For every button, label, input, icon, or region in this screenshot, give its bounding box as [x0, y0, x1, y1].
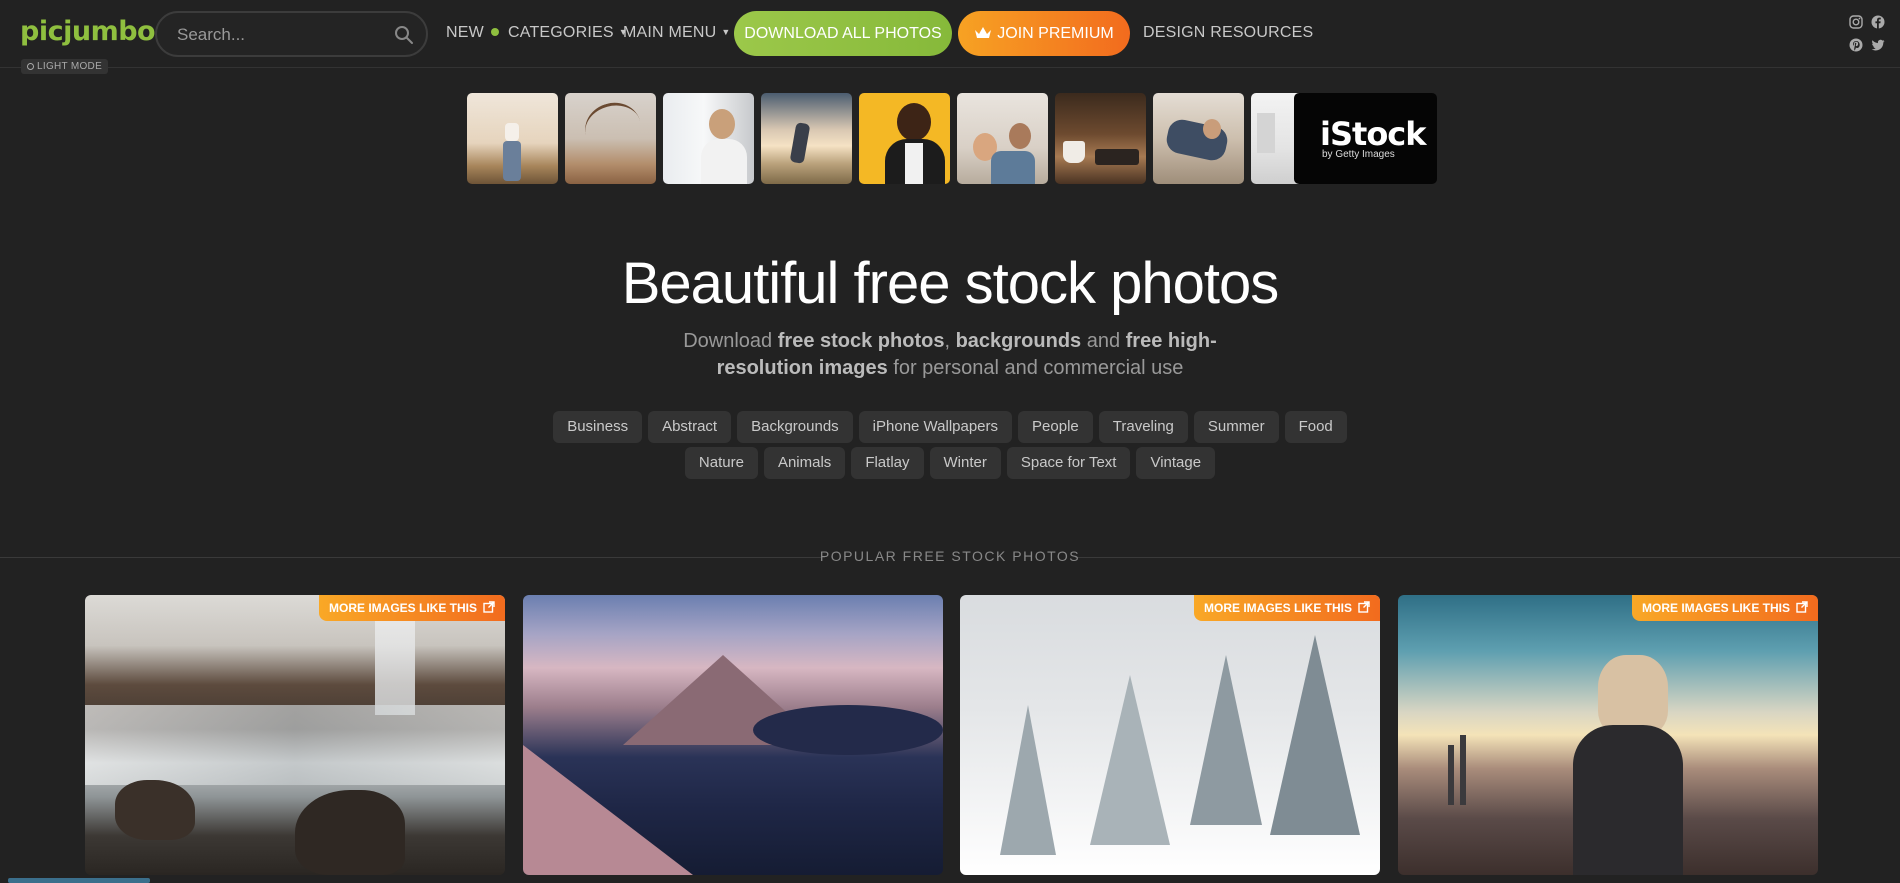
more-images-badge[interactable]: MORE IMAGES LIKE THIS [318, 595, 505, 621]
subtitle-text: for personal and commercial use [887, 357, 1184, 379]
light-mode-label: LIGHT MODE [37, 61, 103, 72]
more-images-label: MORE IMAGES LIKE THIS [1641, 601, 1790, 615]
pinterest-icon[interactable] [1849, 38, 1863, 52]
istock-ad[interactable]: iStock by Getty Images [1294, 93, 1437, 184]
photo-card[interactable]: MORE IMAGES LIKE THIS [85, 595, 505, 875]
strip-thumbnail[interactable] [761, 93, 852, 184]
tag-space-for-text[interactable]: Space for Text [1006, 447, 1131, 479]
join-premium-label: JOIN PREMIUM [997, 25, 1114, 42]
nav-main-menu[interactable]: MAIN MENU ▼ [623, 24, 730, 42]
crown-icon [975, 27, 992, 38]
nav-new-label: NEW [446, 24, 484, 41]
subtitle-text: , [944, 330, 956, 352]
light-mode-toggle[interactable]: LIGHT MODE [21, 59, 109, 74]
tag-winter[interactable]: Winter [929, 447, 1001, 479]
caret-down-icon: ▼ [721, 27, 731, 37]
bottom-notification-bar[interactable] [8, 878, 150, 883]
tag-iphone-wallpapers[interactable]: iPhone Wallpapers [858, 411, 1013, 443]
join-premium-button[interactable]: JOIN PREMIUM [958, 11, 1130, 56]
site-header: picjumbo LIGHT MODE NEW CATEGORIES▼ MAIN… [0, 0, 1900, 74]
nav-new[interactable]: NEW [446, 24, 499, 42]
nav-categories[interactable]: CATEGORIES ▼ [508, 24, 628, 42]
tag-food[interactable]: Food [1284, 411, 1347, 443]
download-all-button[interactable]: DOWNLOAD ALL PHOTOS [734, 11, 952, 56]
tag-summer[interactable]: Summer [1193, 411, 1279, 443]
strip-thumbnail[interactable] [1153, 93, 1244, 184]
istock-logo-text: iStock [1320, 115, 1427, 153]
section-title: POPULAR FREE STOCK PHOTOS [819, 548, 1081, 564]
new-indicator-dot [490, 28, 499, 36]
nav-categories-label: CATEGORIES [508, 24, 614, 41]
istock-logo-subtext: by Getty Images [1322, 149, 1395, 160]
photo-card[interactable]: MORE IMAGES LIKE THIS [1398, 595, 1818, 875]
tag-animals[interactable]: Animals [763, 447, 846, 479]
more-images-label: MORE IMAGES LIKE THIS [328, 601, 477, 615]
site-logo[interactable]: picjumbo [20, 16, 156, 47]
tag-nature[interactable]: Nature [684, 447, 758, 479]
external-link-icon [1796, 601, 1808, 613]
tag-flatlay[interactable]: Flatlay [851, 447, 924, 479]
tag-vintage[interactable]: Vintage [1136, 447, 1216, 479]
strip-thumbnail[interactable] [859, 93, 950, 184]
more-images-badge[interactable]: MORE IMAGES LIKE THIS [1193, 595, 1380, 621]
subtitle-text: and [1081, 330, 1126, 352]
strip-thumbnail[interactable] [565, 93, 656, 184]
strip-thumbnail[interactable] [663, 93, 754, 184]
strip-thumbnail[interactable] [1055, 93, 1146, 184]
tag-list-row1: Business Abstract Backgrounds iPhone Wal… [0, 411, 1900, 443]
external-link-icon [1358, 601, 1370, 613]
more-images-label: MORE IMAGES LIKE THIS [1203, 601, 1352, 615]
tag-traveling[interactable]: Traveling [1098, 411, 1188, 443]
subtitle-strong: free stock photos [777, 330, 945, 352]
sun-icon [27, 63, 34, 70]
facebook-icon[interactable] [1871, 15, 1885, 29]
search-input[interactable] [177, 23, 377, 47]
photo-card[interactable] [523, 595, 943, 875]
page-title: Beautiful free stock photos [621, 251, 1280, 316]
tag-people[interactable]: People [1018, 411, 1093, 443]
nav-design-resources[interactable]: DESIGN RESOURCES [1143, 24, 1313, 42]
strip-thumbnail[interactable] [957, 93, 1048, 184]
more-images-badge[interactable]: MORE IMAGES LIKE THIS [1631, 595, 1818, 621]
photo-card[interactable]: MORE IMAGES LIKE THIS [960, 595, 1380, 875]
strip-thumbnail[interactable] [467, 93, 558, 184]
tag-list-row2: Nature Animals Flatlay Winter Space for … [0, 447, 1900, 479]
twitter-icon[interactable] [1871, 38, 1885, 52]
instagram-icon[interactable] [1849, 15, 1863, 29]
external-link-icon [483, 601, 495, 613]
search-box [155, 11, 428, 57]
tag-business[interactable]: Business [553, 411, 643, 443]
subtitle-text: Download [683, 330, 778, 352]
tag-backgrounds[interactable]: Backgrounds [737, 411, 853, 443]
tag-abstract[interactable]: Abstract [648, 411, 732, 443]
nav-main-menu-label: MAIN MENU [623, 24, 717, 41]
hero-subtitle: Download free stock photos, backgrounds … [680, 328, 1220, 382]
search-icon[interactable] [394, 25, 414, 45]
subtitle-strong: backgrounds [955, 330, 1082, 352]
